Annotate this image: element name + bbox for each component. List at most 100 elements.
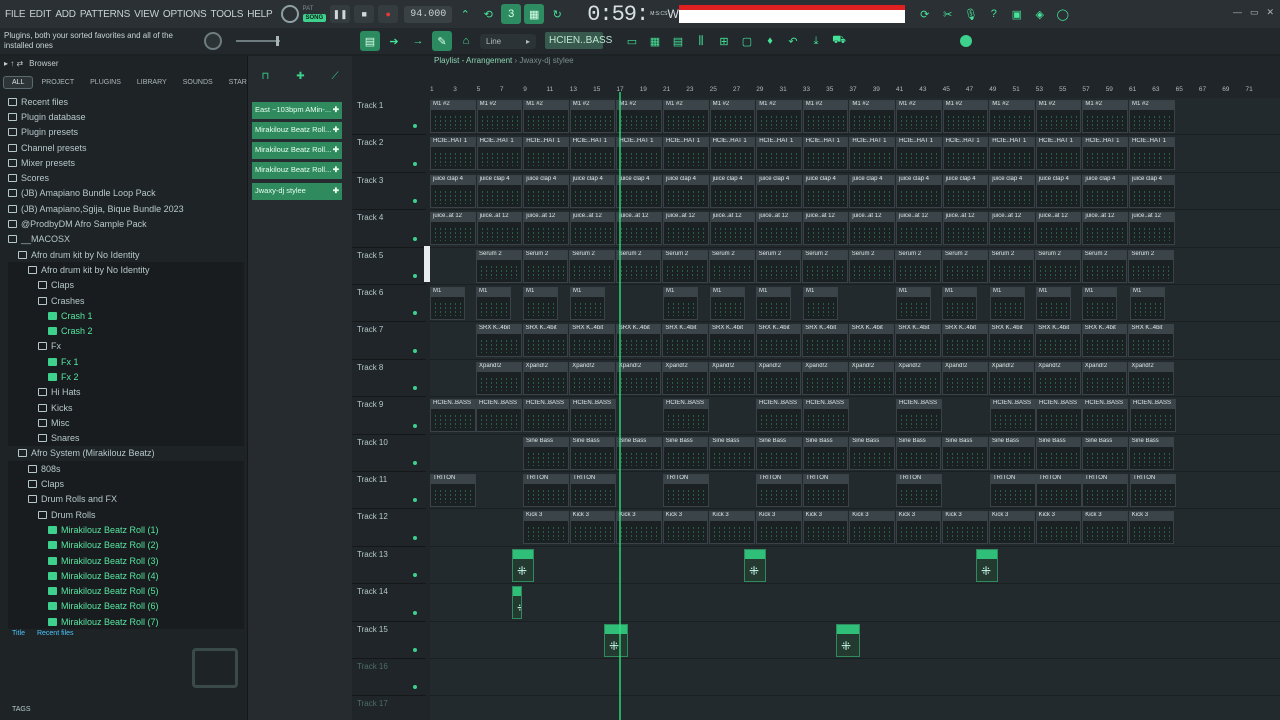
pattern-clip[interactable]: juice..at 12 — [802, 212, 849, 246]
pattern-clip[interactable]: juice..at 12 — [1129, 212, 1175, 246]
pattern-clip[interactable]: SRX K..4bit — [522, 324, 569, 358]
arrangement-name[interactable]: Jwaxy-dj stylee — [519, 56, 573, 65]
pattern-clip[interactable]: HCIEN..BASS — [1082, 399, 1128, 433]
pattern-clip[interactable]: M1 — [1036, 287, 1071, 320]
pattern-clip[interactable]: juice..at 12 — [569, 212, 616, 246]
pattern-clip[interactable]: Serum 2 — [848, 249, 895, 283]
song-label[interactable]: SONG — [302, 14, 327, 22]
pattern-clip[interactable]: SRX K..4bit — [802, 324, 848, 358]
countdown-icon[interactable]: 3 — [501, 4, 522, 24]
menu-view[interactable]: VIEW — [134, 9, 159, 20]
shop-icon[interactable]: ⛟ — [829, 31, 849, 51]
pattern-clip[interactable]: Xpand!2 — [569, 361, 615, 395]
pattern-clip[interactable]: M1 — [570, 287, 605, 320]
pattern-clip[interactable]: M1 — [756, 287, 791, 320]
pattern-clip[interactable]: juice..at 12 — [476, 212, 523, 246]
pattern-select[interactable]: HCIEN..BASS — [545, 32, 612, 49]
pattern-clip[interactable]: juice..at 12 — [849, 212, 895, 246]
playlist-icon[interactable]: ▭ — [622, 31, 642, 51]
stop-button[interactable]: ■ — [354, 5, 375, 23]
pattern-clip[interactable]: Xpand!2 — [615, 361, 662, 395]
pattern-clip[interactable]: Sine Bass — [569, 436, 616, 470]
pattern-clip[interactable]: HCIEN..BASS — [990, 399, 1036, 433]
mixer-icon[interactable]: ⫼ — [691, 31, 711, 51]
browser-item[interactable]: Crashes — [8, 292, 244, 309]
refresh-icon[interactable]: ⟳ — [915, 4, 935, 24]
pattern-clip[interactable]: M1 — [942, 287, 977, 320]
pattern-clip[interactable]: Xpand!2 — [1081, 361, 1128, 395]
track-header[interactable]: Track 2 — [352, 135, 426, 173]
audio-clip[interactable]: ⁜ — [744, 548, 766, 582]
browser-item[interactable]: Afro drum kit by No Identity — [8, 247, 244, 262]
pattern-clip[interactable]: HCIEN..BASS — [663, 399, 709, 433]
browser-item[interactable]: Claps — [8, 277, 244, 293]
pattern-clip[interactable]: Serum 2 — [988, 249, 1035, 283]
minimize-icon[interactable]: — — [1233, 7, 1242, 18]
playhead[interactable] — [619, 92, 621, 720]
track-name[interactable]: Track 5 — [357, 251, 383, 260]
pattern-clip[interactable]: juice..at 12 — [1082, 212, 1128, 246]
pattern-clip[interactable]: M1 #2 — [616, 100, 662, 133]
track-name[interactable]: Track 17 — [357, 699, 388, 708]
browser-item[interactable]: Hi Hats — [8, 384, 244, 400]
browser-item[interactable]: Mirakilouz Beatz Roll (3) — [8, 552, 244, 569]
menu-add[interactable]: ADD — [55, 9, 76, 20]
pattern-clip[interactable]: Serum 2 — [1128, 249, 1174, 283]
tab-library[interactable]: LIBRARY — [129, 77, 175, 88]
browser-item[interactable]: (JB) Amapiano Bundle Loop Pack — [8, 186, 244, 201]
pattern-clip[interactable]: M1 #2 — [663, 100, 709, 133]
browser-item[interactable]: Crash 1 — [8, 308, 244, 324]
pattern-clip[interactable]: M1 #2 — [1035, 100, 1082, 133]
track-mute-led[interactable] — [413, 348, 417, 353]
pattern-clip[interactable]: Sine Bass — [1128, 436, 1175, 470]
pattern-clip[interactable]: juice clap 4 — [756, 174, 802, 208]
pattern-item[interactable]: Mirakilouz Beatz Roll... ✚ — [252, 142, 342, 159]
pattern-clip[interactable]: Xpand!2 — [662, 361, 708, 395]
pattern-clip[interactable]: Sine Bass — [1035, 436, 1082, 470]
browser-item[interactable]: Afro System (Mirakilouz Beatz) — [8, 446, 244, 461]
pattern-clip[interactable]: SRX K..4bit — [1128, 324, 1174, 358]
channel-icon[interactable]: ⊞ — [714, 31, 734, 51]
pattern-clip[interactable]: Serum 2 — [1081, 249, 1128, 283]
track-lane[interactable] — [430, 584, 1280, 622]
pattern-clip[interactable]: M1 #2 — [1082, 100, 1128, 133]
pattern-clip[interactable]: Sine Bass — [662, 436, 709, 470]
audio-clip[interactable]: ⁜ — [604, 623, 628, 657]
pattern-clip[interactable]: HCIE..HAT 1 — [523, 137, 569, 171]
browser-item[interactable]: @ProdbyDM Afro Sample Pack — [8, 216, 244, 231]
audio-clip[interactable]: ⁜ — [976, 548, 998, 582]
track-header[interactable]: Track 3 — [352, 173, 426, 211]
pattern-clip[interactable]: M1 #2 — [756, 100, 802, 133]
browser-item[interactable]: Fx 2 — [8, 369, 244, 385]
pattern-clip[interactable]: Kick 3 — [849, 511, 895, 545]
pattern-item[interactable]: East ~103bpm AMin-... ✚ — [252, 102, 342, 119]
track-name[interactable]: Track 6 — [357, 288, 383, 297]
browser-item[interactable]: Crash 2 — [8, 323, 244, 339]
chat-icon[interactable]: ◯ — [1053, 4, 1073, 24]
pattern-clip[interactable]: Sine Bass — [616, 436, 662, 470]
pattern-clip[interactable]: M1 #2 — [942, 100, 989, 133]
pattern-clip[interactable]: Kick 3 — [662, 511, 709, 545]
record-button[interactable]: ● — [378, 5, 399, 23]
pattern-clip[interactable]: M1 #2 — [802, 100, 849, 133]
pattern-clip[interactable]: juice..at 12 — [663, 212, 709, 246]
track-name[interactable]: Track 13 — [357, 550, 388, 559]
track-lane[interactable] — [430, 547, 1280, 585]
track-mute-led[interactable] — [413, 573, 417, 578]
pattern-clip[interactable]: Serum 2 — [522, 249, 569, 283]
pattern-clip[interactable]: TRITON — [570, 474, 616, 507]
browser-item[interactable]: (JB) Amapiano,Sgija, Bique Bundle 2023 — [8, 201, 244, 216]
track-name[interactable]: Track 7 — [357, 325, 383, 334]
menu-options[interactable]: OPTIONS — [163, 9, 207, 20]
track-header[interactable]: Track 16 — [352, 659, 426, 697]
menu-patterns[interactable]: PATTERNS — [80, 9, 130, 20]
browser-item[interactable]: Snares — [8, 430, 244, 446]
pattern-clip[interactable]: HCIEN..BASS — [1036, 399, 1082, 433]
pattern-clip[interactable]: SRX K..4bit — [942, 324, 988, 358]
track-mute-led[interactable] — [413, 199, 417, 204]
track-mute-led[interactable] — [413, 610, 417, 615]
track-mute-led[interactable] — [413, 460, 417, 465]
pattern-clip[interactable]: SRX K..4bit — [755, 324, 802, 358]
pattern-clip[interactable]: Serum 2 — [802, 249, 848, 283]
pattern-clip[interactable]: SRX K..4bit — [615, 324, 662, 358]
